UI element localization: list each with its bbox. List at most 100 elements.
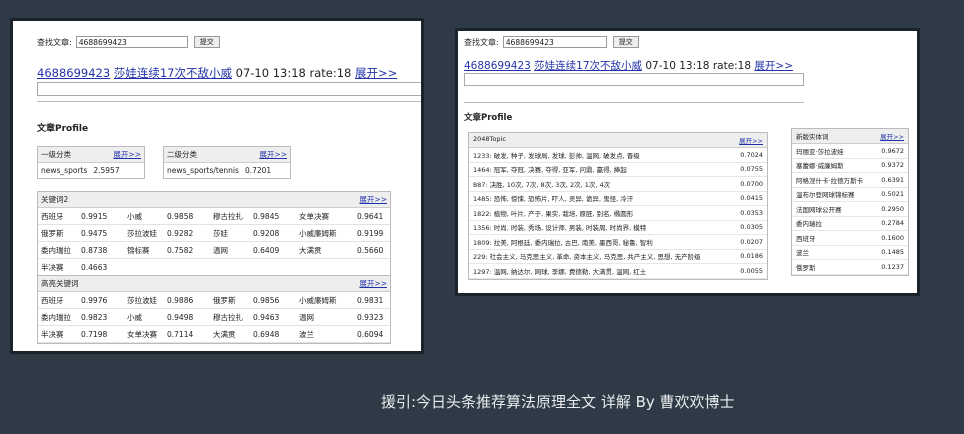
topic-row: 1464: 冠军, 夺冠, 决赛, 夺得, 亚军, 问鼎, 赢得, 捧起 0.07… (469, 163, 767, 177)
keyword-score: 0.9463 (253, 312, 280, 322)
entity-name: 波兰 (796, 249, 809, 258)
entity-row: 温布尔登网球锦标赛 0.5021 (792, 188, 908, 202)
keyword-score: 0.7114 (167, 329, 194, 339)
entity-expand-link[interactable]: 展开>> (880, 131, 904, 141)
article-title-link[interactable]: 莎娃连续17次不敌小威 (114, 66, 232, 80)
result-bar (37, 82, 421, 96)
screenshot-left: 查找文章: 提交 4688699423 莎娃连续17次不敌小威 07-10 13… (10, 18, 424, 354)
keyword-score: 0.9831 (357, 295, 384, 305)
entity-name: 西班牙 (796, 234, 816, 243)
topic-row: 1809: 拉美, 阿根廷, 委内瑞拉, 古巴, 南美, 墨西哥, 秘鲁, 智利… (469, 235, 767, 250)
keyword-score: 0.6948 (253, 329, 280, 339)
keyword-term: 西班牙 (41, 295, 64, 305)
article-id-link[interactable]: 4688699423 (37, 66, 110, 80)
keyword-term: 俄罗斯 (213, 295, 236, 305)
topic-row: 1822: 植物, 叶片, 产于, 果实, 栽培, 原胚, 别名, 椭圆形 0.0… (469, 206, 767, 221)
keyword-term: 小威廉姆斯 (299, 228, 337, 238)
divider (464, 102, 804, 103)
search-input[interactable] (75, 36, 188, 48)
article-id-link[interactable]: 4688699423 (464, 60, 531, 72)
keyword-score: 0.9886 (167, 295, 194, 305)
entity-row: 阿格涅什卡·拉德万斯卡 0.6391 (792, 173, 908, 188)
keyword-score: 0.8738 (81, 245, 108, 255)
highlight-keywords-expand-link[interactable]: 展开>> (359, 278, 387, 289)
topic-terms: 1356: 时尚, 时装, 秀场, 设计师, 男装, 时装周, 时尚界, 模特 (473, 224, 647, 233)
keyword-score: 0.7582 (167, 245, 194, 255)
topic-score: 0.0186 (740, 252, 763, 261)
entity-score: 0.1485 (881, 248, 904, 257)
keywords2-expand-link[interactable]: 展开>> (359, 194, 387, 205)
keyword-score: 0.9475 (81, 228, 108, 238)
keyword-score: 0.4663 (81, 262, 108, 272)
article-meta: 07-10 13:18 rate:18 (235, 66, 352, 80)
topic-table: 2048Topic 展开>> 1233: 破发, 种子, 发球局, 发球, 彭帅,… (468, 132, 768, 280)
keyword-row: 半决赛 0.4663 (38, 259, 390, 276)
keyword-term: 穆古拉扎 (213, 211, 243, 221)
topic-row: 229: 社会主义, 马克思主义, 革命, 资本主义, 马克思, 共产主义, 思… (469, 250, 767, 264)
keyword-term: 穆古拉扎 (213, 312, 243, 322)
topic-score: 0.0353 (740, 208, 763, 217)
entity-row: 玛丽亚·莎拉波娃 0.9672 (792, 144, 908, 159)
topic-score: 0.0415 (740, 194, 763, 203)
submit-button[interactable]: 提交 (193, 36, 220, 48)
keyword-row: 委内瑞拉 0.9823 小威 0.9498 穆古拉扎 0.9463 温网 0.9323 (38, 309, 390, 326)
keyword-term: 波兰 (299, 329, 314, 339)
entity-row: 波兰 0.1485 (792, 246, 908, 260)
keyword-term: 西班牙 (41, 211, 64, 221)
entity-row: 塞蕾娜·威廉姆斯 0.9372 (792, 159, 908, 173)
highlight-keywords-table: 高亮关键词 展开>> 西班牙 0.9976 莎拉波娃 0.9886 俄罗斯 0.9856 小威… (37, 275, 391, 344)
submit-button[interactable]: 提交 (612, 36, 639, 48)
keyword-row: 西班牙 0.9915 小威 0.9858 穆古拉扎 0.9845 女单决赛 0.9641 (38, 208, 390, 225)
search-input[interactable] (502, 36, 607, 48)
entity-score: 0.9672 (881, 146, 904, 155)
search-row: 查找文章: 提交 (464, 36, 639, 48)
search-row: 查找文章: 提交 (37, 36, 220, 48)
level1-expand-link[interactable]: 展开>> (113, 149, 141, 160)
keyword-term: 锦标赛 (127, 245, 150, 255)
topic-expand-link[interactable]: 展开>> (739, 135, 763, 145)
topic-row: 1485: 恐怖, 惊悚, 恐怖片, 吓人, 灵异, 诡异, 鬼怪, 冷汗 0.0… (469, 192, 767, 206)
topic-terms: 1464: 冠军, 夺冠, 决赛, 夺得, 亚军, 问鼎, 赢得, 捧起 (473, 166, 627, 175)
topic-score: 0.7024 (740, 150, 763, 159)
keyword-term: 女单决赛 (127, 329, 157, 339)
level2-name: news_sports/tennis (167, 166, 239, 175)
keyword-term: 小威 (127, 312, 142, 322)
topic-terms: 887: 决胜, 10次, 7次, 8次, 3次, 2次, 1次, 4次 (473, 180, 611, 189)
article-title-link[interactable]: 莎娃连续17次不敌小威 (534, 60, 642, 72)
keyword-term: 温网 (213, 245, 228, 255)
entity-score: 0.9372 (881, 161, 904, 170)
level2-score: 0.7201 (244, 166, 272, 175)
level2-expand-link[interactable]: 展开>> (259, 149, 287, 160)
keyword-term: 委内瑞拉 (41, 245, 71, 255)
keyword-score: 0.5660 (357, 245, 384, 255)
profile-title: 文章Profile (37, 124, 89, 134)
level1-name: news_sports (41, 166, 88, 175)
entity-name: 委内瑞拉 (796, 220, 822, 229)
keyword-score: 0.9282 (167, 228, 194, 238)
topic-row: 1233: 破发, 种子, 发球局, 发球, 彭帅, 温网, 破发点, 晋级 0.… (469, 148, 767, 163)
topic-score: 0.0700 (740, 179, 763, 188)
keyword-term: 大满贯 (213, 329, 236, 339)
result-bar (464, 73, 804, 86)
keyword-term: 委内瑞拉 (41, 312, 71, 322)
keyword-score: 0.9498 (167, 312, 194, 322)
topic-terms: 1297: 温网, 纳达尔, 网球, 李娜, 费德勒, 大满贯, 温网, 红土 (473, 267, 647, 276)
topic-score: 0.0055 (740, 266, 763, 275)
entity-name: 温布尔登网球锦标赛 (796, 191, 855, 200)
entity-score: 0.2950 (881, 204, 904, 213)
keyword-term: 莎拉波娃 (127, 295, 157, 305)
keyword-score: 0.9915 (81, 211, 108, 221)
expand-link[interactable]: 展开>> (754, 60, 793, 72)
keyword-term: 半决赛 (41, 262, 64, 272)
topic-row: 887: 决胜, 10次, 7次, 8次, 3次, 2次, 1次, 4次 0.07… (469, 177, 767, 192)
entity-score: 0.6391 (881, 175, 904, 184)
topic-score: 0.0305 (740, 223, 763, 232)
expand-link[interactable]: 展开>> (355, 66, 397, 80)
keyword-term: 温网 (299, 312, 314, 322)
keyword-score: 0.6094 (357, 329, 384, 339)
entity-name: 塞蕾娜·威廉姆斯 (796, 162, 844, 171)
search-label: 查找文章: (37, 37, 72, 47)
entity-name: 阿格涅什卡·拉德万斯卡 (796, 176, 864, 185)
topic-title: 2048Topic (473, 135, 506, 143)
search-label: 查找文章: (464, 37, 499, 47)
